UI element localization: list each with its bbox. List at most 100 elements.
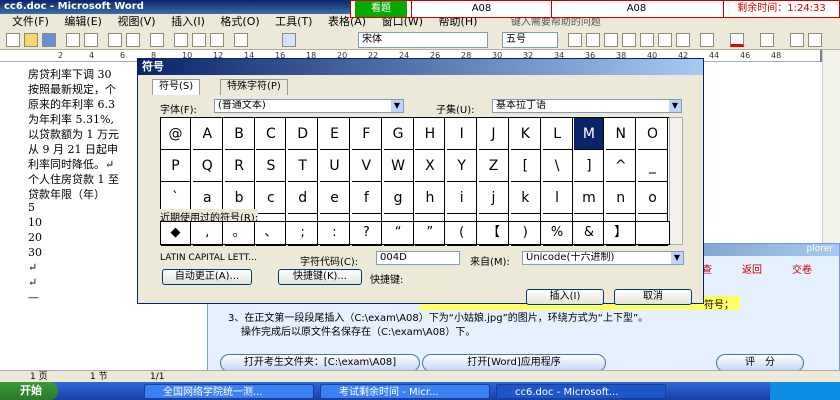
format-painter-icon[interactable]: [234, 33, 248, 47]
symbol-cell[interactable]: Z: [479, 150, 509, 182]
save-icon[interactable]: [42, 33, 56, 47]
new-document-icon[interactable]: [6, 33, 20, 47]
symbol-cell[interactable]: S: [256, 150, 287, 182]
recent-symbol-cell[interactable]: (: [447, 222, 478, 244]
symbol-cell[interactable]: I: [447, 118, 478, 150]
symbol-cell[interactable]: m: [574, 182, 605, 214]
symbol-cell[interactable]: j: [479, 182, 509, 214]
menu-edit[interactable]: 编辑(E): [64, 15, 102, 28]
recent-symbol-cell[interactable]: :: [320, 222, 350, 244]
symbol-cell[interactable]: e: [320, 182, 350, 214]
symbol-cell[interactable]: @: [161, 118, 191, 150]
symbol-cell[interactable]: K: [510, 118, 541, 150]
symbol-cell[interactable]: E: [320, 118, 350, 150]
task-word-document[interactable]: cc6.doc - Microsoft...: [496, 384, 666, 399]
start-button[interactable]: 开始: [0, 382, 58, 400]
nav-submit[interactable]: 交卷: [792, 261, 812, 276]
nav-back[interactable]: 返回: [742, 261, 762, 276]
symbol-cell[interactable]: A: [192, 118, 223, 150]
line-spacing-icon[interactable]: [700, 33, 714, 47]
symbol-cell[interactable]: c: [256, 182, 287, 214]
recent-symbol-cell[interactable]: ;: [288, 222, 319, 244]
task-exam-browser[interactable]: 全国网络学院统一测...: [144, 384, 314, 399]
recent-symbol-cell[interactable]: 、: [256, 222, 287, 244]
symbol-cell[interactable]: F: [351, 118, 382, 150]
align-left-icon[interactable]: [622, 33, 636, 47]
recent-symbol-cell[interactable]: 。: [225, 222, 255, 244]
symbol-cell[interactable]: f: [351, 182, 382, 214]
undo-icon[interactable]: [282, 33, 296, 47]
autocorrect-button[interactable]: 自动更正(A)...: [162, 269, 252, 285]
copy-icon[interactable]: [192, 33, 206, 47]
align-right-icon[interactable]: [658, 33, 672, 47]
menu-tools[interactable]: 工具(T): [275, 15, 312, 28]
subset-select[interactable]: 基本拉丁语 ▼: [492, 99, 682, 113]
symbol-grid-scrollbar[interactable]: [669, 117, 683, 245]
symbol-cell[interactable]: i: [447, 182, 478, 214]
symbol-cell[interactable]: n: [606, 182, 637, 214]
indent-icon[interactable]: [808, 33, 822, 47]
bold-icon[interactable]: [568, 33, 582, 47]
print-icon[interactable]: [108, 33, 122, 47]
symbol-cell[interactable]: M: [574, 118, 605, 150]
symbol-cell[interactable]: ]: [574, 150, 605, 182]
symbol-cell[interactable]: X: [415, 150, 446, 182]
recent-symbol-cell[interactable]: ◆: [161, 222, 191, 244]
font-name-combo[interactable]: 宋体: [358, 32, 488, 48]
symbol-cell[interactable]: W: [383, 150, 414, 182]
insert-button[interactable]: 插入(I): [526, 289, 604, 305]
shortcut-key-button[interactable]: 快捷键(K)...: [278, 269, 362, 285]
symbol-cell[interactable]: k: [510, 182, 541, 214]
symbol-cell[interactable]: U: [320, 150, 350, 182]
cut-icon[interactable]: [174, 33, 188, 47]
recent-symbol-cell[interactable]: &: [574, 222, 605, 244]
print-preview-icon[interactable]: [126, 33, 140, 47]
menu-format[interactable]: 格式(O): [220, 15, 259, 28]
symbol-cell[interactable]: B: [224, 118, 255, 150]
symbol-cell[interactable]: P: [161, 150, 191, 182]
view-question-button[interactable]: 看题: [355, 1, 407, 17]
help-search-box[interactable]: 键入需要帮助的问题: [511, 17, 601, 28]
symbol-cell[interactable]: _: [638, 150, 668, 182]
symbol-cell[interactable]: O: [638, 118, 668, 150]
recent-symbol-cell[interactable]: 【: [479, 222, 509, 244]
align-center-icon[interactable]: [640, 33, 654, 47]
symbol-cell[interactable]: R: [224, 150, 255, 182]
paste-icon[interactable]: [210, 33, 224, 47]
task-exam-timer[interactable]: 考试剩余时间 - Micr...: [320, 384, 490, 399]
menu-file[interactable]: 文件(F): [12, 15, 49, 28]
symbol-cell[interactable]: d: [288, 182, 319, 214]
symbol-cell[interactable]: Y: [447, 150, 478, 182]
symbol-cell[interactable]: L: [542, 118, 573, 150]
font-color-icon[interactable]: [730, 33, 744, 47]
symbol-cell[interactable]: Q: [192, 150, 223, 182]
outdent-icon[interactable]: [790, 33, 804, 47]
open-folder-icon[interactable]: [24, 33, 38, 47]
symbol-cell[interactable]: g: [383, 182, 414, 214]
recent-symbol-cell[interactable]: %: [543, 222, 573, 244]
tab-special-characters[interactable]: 特殊字符(P): [220, 79, 288, 95]
symbol-cell[interactable]: H: [415, 118, 446, 150]
symbol-cell[interactable]: [: [510, 150, 541, 182]
recent-symbol-cell[interactable]: ): [511, 222, 541, 244]
from-select[interactable]: Unicode(十六进制) ▼: [522, 251, 684, 265]
recent-symbol-cell[interactable]: “: [384, 222, 414, 244]
tab-symbols[interactable]: 符号(S): [152, 79, 201, 95]
underline-icon[interactable]: [604, 33, 618, 47]
recent-symbol-cell[interactable]: ,: [193, 222, 223, 244]
char-code-input[interactable]: 004D: [376, 251, 460, 265]
symbol-cell[interactable]: \: [542, 150, 573, 182]
italic-icon[interactable]: [586, 33, 600, 47]
symbol-cell[interactable]: T: [288, 150, 319, 182]
email-icon[interactable]: [84, 33, 98, 47]
symbol-cell[interactable]: V: [351, 150, 382, 182]
symbol-cell[interactable]: ^: [606, 150, 637, 182]
cancel-button[interactable]: 取消: [614, 289, 692, 305]
font-select[interactable]: (普通文本) ▼: [214, 99, 404, 113]
menu-view[interactable]: 视图(V): [117, 15, 155, 28]
recent-symbol-cell[interactable]: ”: [415, 222, 446, 244]
symbol-cell[interactable]: C: [256, 118, 287, 150]
symbol-cell[interactable]: N: [606, 118, 637, 150]
symbol-cell[interactable]: J: [479, 118, 509, 150]
highlight-icon[interactable]: [760, 33, 774, 47]
